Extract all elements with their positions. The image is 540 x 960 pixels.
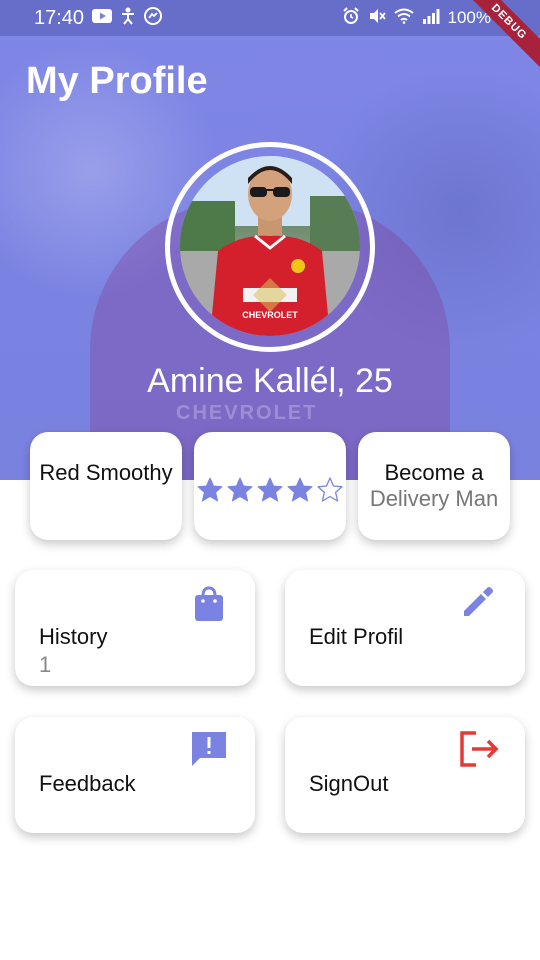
sign-out-button[interactable]: SignOut [285, 717, 525, 833]
logout-icon [458, 729, 500, 774]
feedback-icon [189, 729, 229, 774]
become-delivery-subtitle: Delivery Man [369, 486, 499, 511]
shopping-bag-icon [193, 586, 225, 627]
mute-icon [368, 7, 386, 30]
star-filled-icon [227, 477, 253, 502]
rating-card [194, 432, 346, 540]
page-title: My Profile [26, 60, 208, 102]
edit-profile-button[interactable]: Edit Profil [285, 570, 525, 686]
status-bar: 17:40 100% [0, 0, 540, 36]
history-count: 1 [39, 652, 52, 677]
hero-background-watermark: CHEVROLET [176, 402, 318, 424]
become-delivery-title: Become a [384, 460, 484, 485]
history-button[interactable]: History 1 [15, 570, 255, 686]
level-card[interactable]: Red Smoothy [30, 432, 182, 540]
star-empty-icon [317, 477, 343, 502]
become-delivery-man-card[interactable]: Become a Delivery Man [358, 432, 510, 540]
wifi-icon [393, 8, 414, 29]
pencil-icon [460, 584, 496, 625]
star-filled-icon [257, 477, 283, 502]
avatar-photo: CHEVROLET [180, 156, 360, 336]
youtube-icon [92, 9, 113, 27]
alarm-icon [342, 6, 360, 30]
user-name-age: Amine Kallél, 25 [147, 362, 393, 400]
star-filled-icon [287, 477, 313, 502]
rating-stars [196, 476, 344, 504]
sign-out-label: SignOut [309, 771, 389, 796]
avatar[interactable]: CHEVROLET [180, 156, 360, 336]
history-label: History [39, 624, 108, 649]
accessibility-icon [120, 7, 136, 29]
feedback-button[interactable]: Feedback [15, 717, 255, 833]
level-label: Red Smoothy [39, 460, 173, 485]
edit-profile-label: Edit Profil [309, 624, 404, 649]
star-filled-icon [197, 477, 223, 502]
svg-text:CHEVROLET: CHEVROLET [242, 310, 298, 320]
status-time: 17:40 [34, 6, 85, 29]
feedback-label: Feedback [39, 771, 136, 796]
signal-icon [422, 8, 440, 29]
messenger-icon [144, 7, 163, 29]
